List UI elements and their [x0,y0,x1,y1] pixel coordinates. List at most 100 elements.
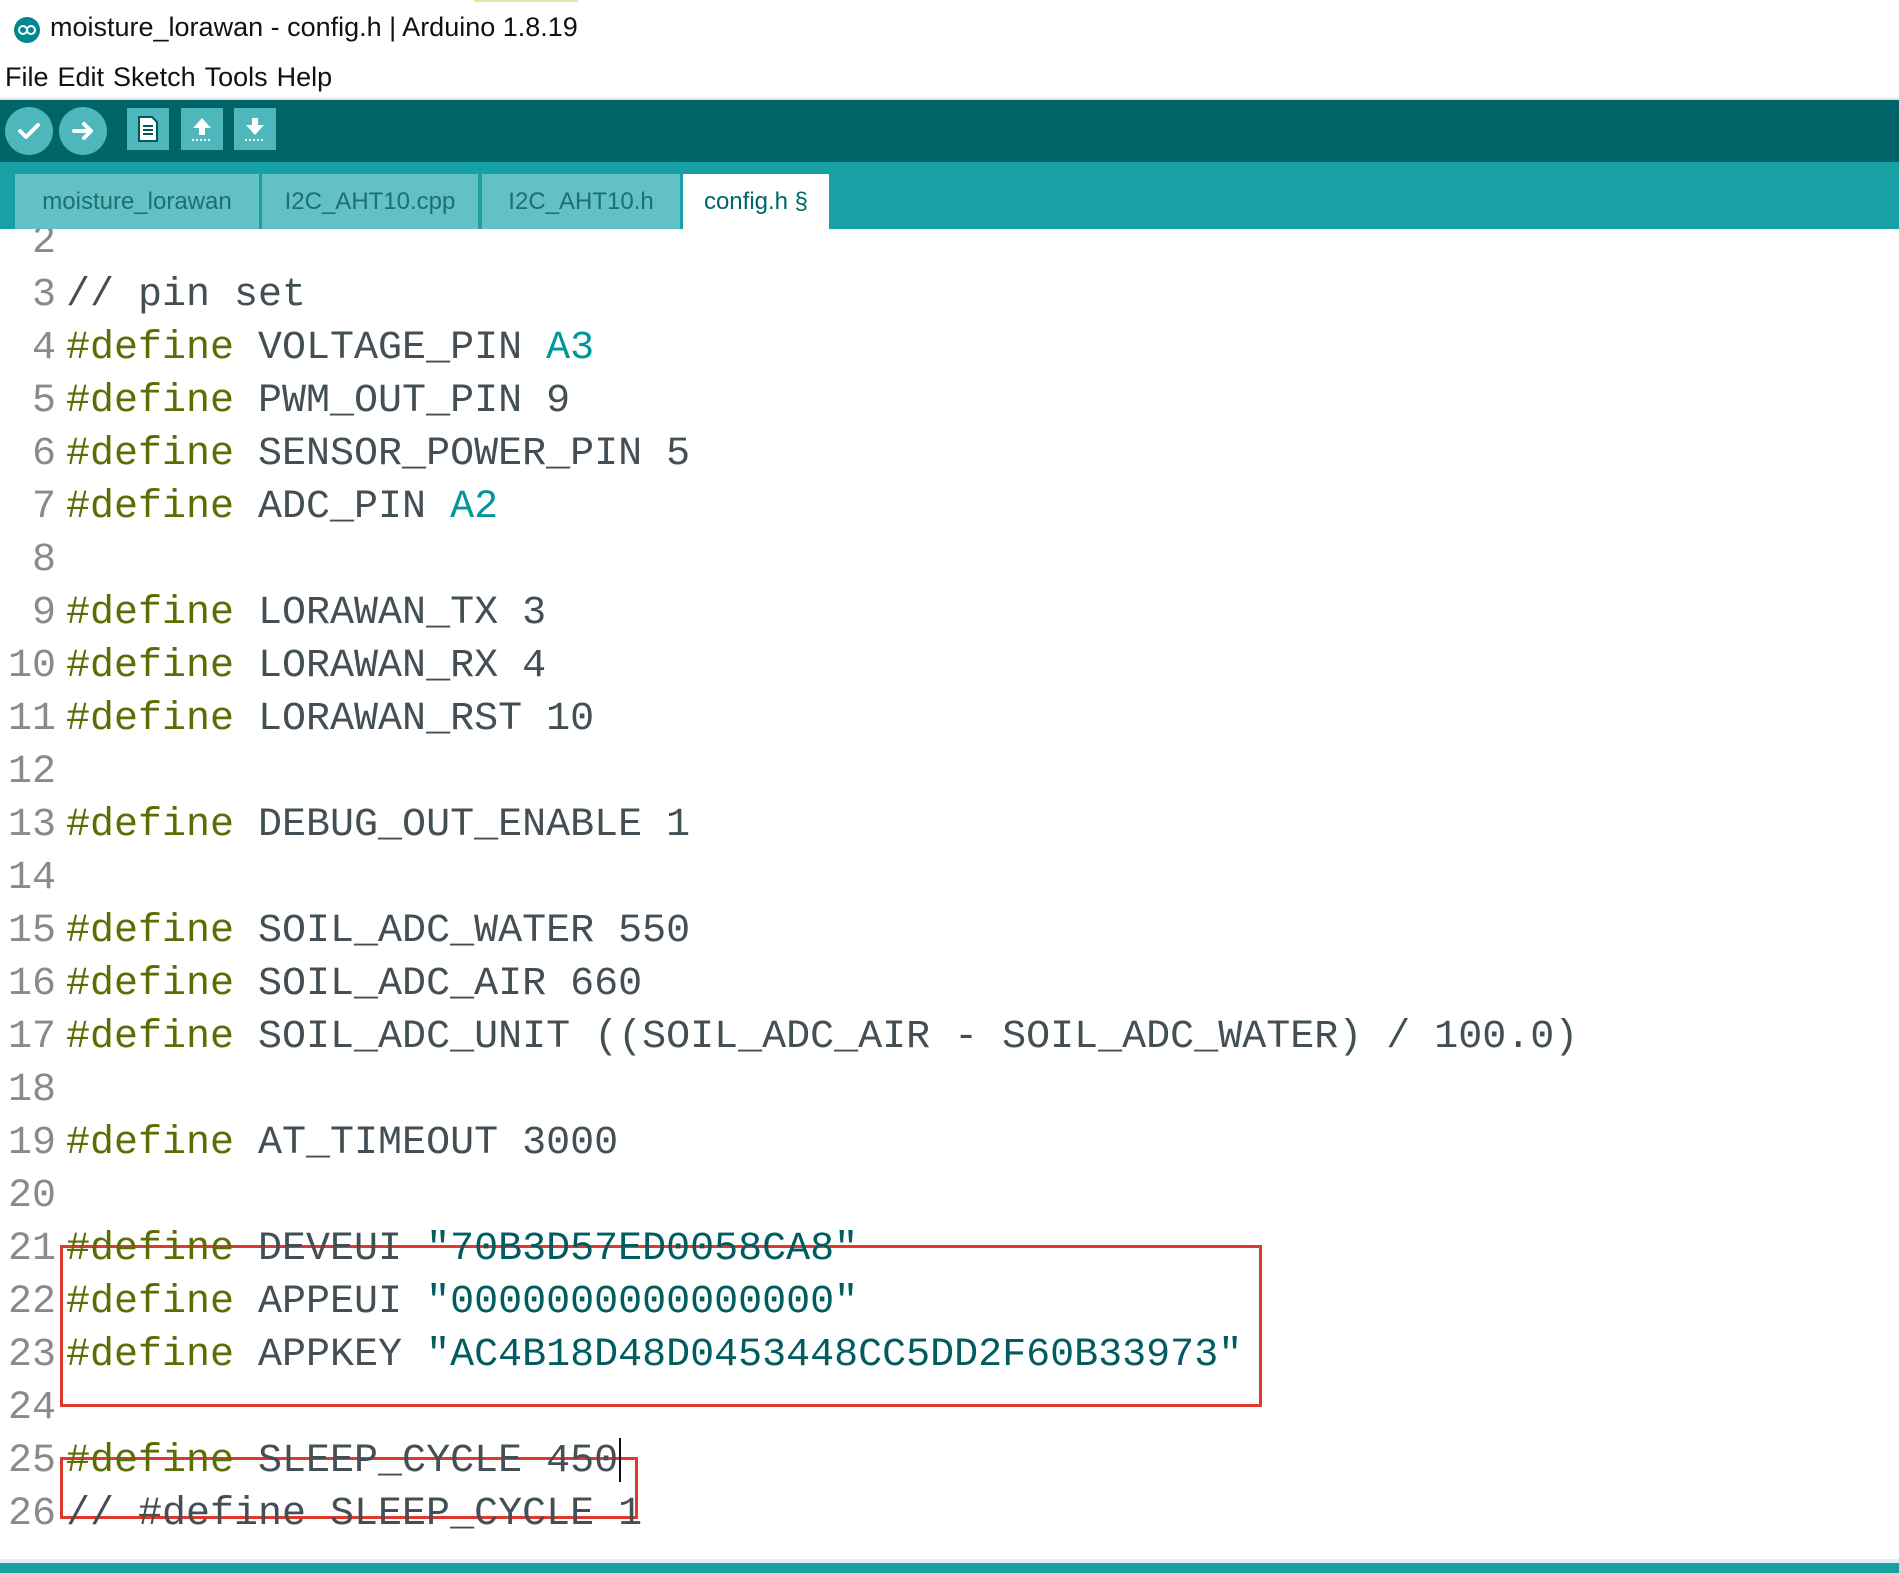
line-number: 24 [7,1386,56,1431]
code-editor[interactable]: 2 3// pin set 4 #define VOLTAGE_PIN A3 5 #def… [0,229,1899,1559]
code-text: #define DEVEUI "70B3D57ED0058CA8" [66,1223,858,1276]
code-line[interactable]: 9 #define LORAWAN_TX 3 [0,587,1899,640]
code-text: #define SOIL_ADC_WATER 550 [66,905,690,958]
save-sketch-button[interactable] [234,108,276,150]
menu-help[interactable]: Help [277,62,333,93]
code-token: SOIL_ADC_AIR 660 [234,962,643,1007]
line-number: 6 [31,432,56,477]
code-token: LORAWAN_RX 4 [234,644,547,689]
code-token: LORAWAN_TX 3 [234,591,547,636]
code-token: #define [66,1280,235,1325]
code-token: #define [66,697,235,742]
code-line[interactable]: 11 #define LORAWAN_RST 10 [0,693,1899,746]
new-icon [138,116,158,142]
line-number: 4 [31,326,56,371]
code-token: #define [66,379,235,424]
code-token: #define [66,326,235,371]
menu-bar: File Edit Sketch Tools Help [0,58,1899,100]
line-number: 23 [7,1333,56,1378]
code-line[interactable]: 17 #define SOIL_ADC_UNIT ((SOIL_ADC_AIR -… [0,1011,1899,1064]
code-token: A2 [450,485,499,530]
line-number: 26 [7,1492,56,1537]
line-number: 10 [7,644,56,689]
tab-i2c-aht10-h[interactable]: I2C_AHT10.h [482,174,680,229]
code-line[interactable]: 7 #define ADC_PIN A2 [0,481,1899,534]
title-bar: moisture_lorawan - config.h | Arduino 1.… [0,0,1899,58]
line-number: 18 [7,1068,56,1113]
save-icon [245,118,265,141]
tab-config-h[interactable]: config.h § [683,174,829,229]
status-bar-divider [0,1559,1899,1563]
menu-file[interactable]: File [5,62,49,93]
open-sketch-button[interactable] [181,108,223,150]
verify-icon [18,123,40,139]
code-line[interactable]: 16 #define SOIL_ADC_AIR 660 [0,958,1899,1011]
code-line[interactable]: 19 #define AT_TIMEOUT 3000 [0,1117,1899,1170]
tab-bar: moisture_lorawan I2C_AHT10.cpp I2C_AHT10… [0,162,1899,229]
line-number: 12 [7,750,56,795]
code-token: #define [66,1227,235,1272]
code-line[interactable]: 10 #define LORAWAN_RX 4 [0,640,1899,693]
code-line[interactable]: 13 #define DEBUG_OUT_ENABLE 1 [0,799,1899,852]
code-line[interactable]: 21 #define DEVEUI "70B3D57ED0058CA8" [0,1223,1899,1276]
code-line[interactable]: 12 [0,746,1899,799]
code-token: #define [66,591,235,636]
code-line[interactable]: 3// pin set [0,269,1899,322]
code-token: // #define SLEEP_CYCLE 1 [66,1492,643,1537]
upload-button[interactable] [59,107,107,155]
line-number: 20 [7,1174,56,1219]
verify-button[interactable] [5,107,53,155]
code-line[interactable]: 22 #define APPEUI "0000000000000000" [0,1276,1899,1329]
code-line[interactable]: 2 [0,229,1899,269]
code-line[interactable]: 8 [0,534,1899,587]
new-sketch-button[interactable] [127,108,169,150]
code-text: #define SENSOR_POWER_PIN 5 [66,428,690,481]
code-token: SOIL_ADC_UNIT ((SOIL_ADC_AIR - SOIL_ADC_… [234,1015,1579,1060]
code-token: "AC4B18D48D0453448CC5DD2F60B33973" [426,1333,1243,1378]
code-token: // pin set [66,273,307,318]
code-text: #define LORAWAN_RX 4 [66,640,546,693]
line-number: 8 [31,538,56,583]
code-line[interactable]: 18 [0,1064,1899,1117]
code-token: #define [66,1439,235,1484]
code-line[interactable]: 5 #define PWM_OUT_PIN 9 [0,375,1899,428]
line-number: 21 [7,1227,56,1272]
code-token: APPEUI [234,1280,427,1325]
line-number: 3 [31,273,56,318]
tab-i2c-aht10-cpp[interactable]: I2C_AHT10.cpp [262,174,478,229]
code-token: AT_TIMEOUT 3000 [234,1121,619,1166]
code-line[interactable]: 24 [0,1382,1899,1435]
line-number: 17 [7,1015,56,1060]
code-text: #define SOIL_ADC_UNIT ((SOIL_ADC_AIR - S… [66,1011,1578,1064]
code-token: PWM_OUT_PIN 9 [234,379,571,424]
code-line[interactable]: 15 #define SOIL_ADC_WATER 550 [0,905,1899,958]
toolbar [0,100,1899,162]
code-line[interactable]: 25 #define SLEEP_CYCLE 450 [0,1435,1899,1488]
open-icon [192,118,212,141]
tab-moisture-lorawan[interactable]: moisture_lorawan [15,174,259,229]
line-number: 11 [7,697,56,742]
code-text: // pin set [66,269,306,322]
code-token: DEVEUI [234,1227,427,1272]
code-line[interactable]: 20 [0,1170,1899,1223]
menu-edit[interactable]: Edit [58,62,105,93]
code-text: #define PWM_OUT_PIN 9 [66,375,570,428]
code-text: // #define SLEEP_CYCLE 1 [66,1488,642,1541]
line-number: 2 [31,229,56,265]
line-number: 15 [7,909,56,954]
code-text: #define LORAWAN_TX 3 [66,587,546,640]
menu-tools[interactable]: Tools [205,62,268,93]
code-token: ADC_PIN [234,485,451,530]
code-line[interactable]: 23 #define APPKEY "AC4B18D48D0453448CC5DD… [0,1329,1899,1382]
code-line[interactable]: 26// #define SLEEP_CYCLE 1 [0,1488,1899,1541]
code-token: SENSOR_POWER_PIN 5 [234,432,691,477]
code-text: #define SOIL_ADC_AIR 660 [66,958,642,1011]
code-token: #define [66,432,235,477]
code-line[interactable]: 6 #define SENSOR_POWER_PIN 5 [0,428,1899,481]
menu-sketch[interactable]: Sketch [113,62,196,93]
code-text: #define DEBUG_OUT_ENABLE 1 [66,799,690,852]
code-line[interactable]: 4 #define VOLTAGE_PIN A3 [0,322,1899,375]
code-token: VOLTAGE_PIN [234,326,547,371]
code-line[interactable]: 14 [0,852,1899,905]
window-title: moisture_lorawan - config.h | Arduino 1.… [50,12,578,42]
